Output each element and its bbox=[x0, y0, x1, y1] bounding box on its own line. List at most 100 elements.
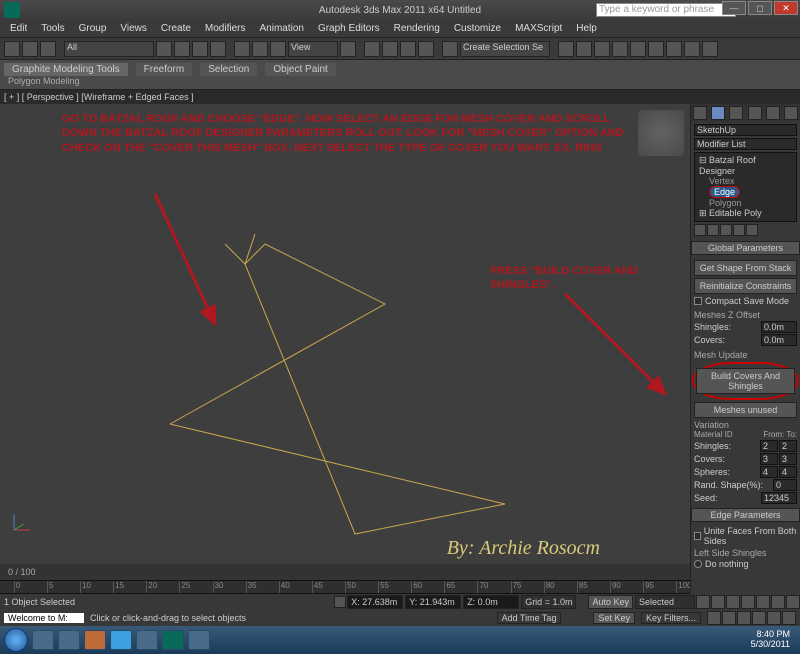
taskbar-explorer-icon[interactable] bbox=[32, 630, 54, 650]
motion-tab[interactable] bbox=[748, 106, 762, 120]
lock-button[interactable] bbox=[334, 596, 346, 608]
select-name-button[interactable] bbox=[174, 41, 190, 57]
select-button[interactable] bbox=[156, 41, 172, 57]
spheres-from-spinner[interactable]: 4 bbox=[760, 466, 778, 478]
menu-customize[interactable]: Customize bbox=[448, 21, 507, 36]
maximize-button[interactable]: ◻ bbox=[748, 1, 772, 15]
taskbar-app-icon[interactable] bbox=[136, 630, 158, 650]
reinit-button[interactable]: Reinitialize Constraints bbox=[694, 278, 797, 294]
meshes-unused-button[interactable]: Meshes unused bbox=[694, 402, 797, 418]
z-coord[interactable]: Z: 0.0m bbox=[463, 595, 519, 609]
close-button[interactable]: ✕ bbox=[774, 1, 798, 15]
menu-group[interactable]: Group bbox=[73, 21, 113, 36]
pin-stack-button[interactable] bbox=[694, 224, 706, 236]
covers-offset-spinner[interactable]: 0.0m bbox=[761, 334, 797, 346]
do-nothing-radio[interactable]: Do nothing bbox=[694, 559, 797, 569]
spinner-snap-button[interactable] bbox=[418, 41, 434, 57]
modify-tab[interactable] bbox=[711, 106, 725, 120]
create-tab[interactable] bbox=[693, 106, 707, 120]
prev-frame-button[interactable] bbox=[711, 595, 725, 609]
ribbon-tab-object-paint[interactable]: Object Paint bbox=[265, 63, 335, 76]
scale-button[interactable] bbox=[270, 41, 286, 57]
maxscript-listener[interactable]: Welcome to M: bbox=[4, 613, 84, 623]
hierarchy-tab[interactable] bbox=[729, 106, 743, 120]
modifier-list[interactable]: Modifier List bbox=[694, 138, 797, 150]
material-editor-button[interactable] bbox=[648, 41, 664, 57]
x-coord[interactable]: X: 27.638m bbox=[347, 595, 403, 609]
spheres-to-spinner[interactable]: 4 bbox=[779, 466, 797, 478]
time-ruler[interactable]: 0510152025303540455055606570758085909510… bbox=[0, 580, 690, 594]
modifier-stack[interactable]: ⊟ Batzal Roof Designer Vertex Edge Polyg… bbox=[694, 152, 797, 222]
compact-save-checkbox[interactable]: Compact Save Mode bbox=[694, 296, 797, 306]
stack-polygon[interactable]: Polygon bbox=[697, 198, 794, 208]
percent-snap-button[interactable] bbox=[400, 41, 416, 57]
goto-start-button[interactable] bbox=[696, 595, 710, 609]
covers-to-spinner[interactable]: 3 bbox=[779, 453, 797, 465]
viewport-label[interactable]: [ + ] [ Perspective ] [Wireframe + Edged… bbox=[0, 90, 800, 104]
shingles-to-spinner[interactable]: 2 bbox=[779, 440, 797, 452]
remove-mod-button[interactable] bbox=[733, 224, 745, 236]
rand-shape-spinner[interactable]: 0 bbox=[773, 479, 797, 491]
time-config-button[interactable] bbox=[786, 595, 800, 609]
next-frame-button[interactable] bbox=[741, 595, 755, 609]
stack-vertex[interactable]: Vertex bbox=[697, 176, 794, 186]
undo-button[interactable] bbox=[4, 41, 20, 57]
shingles-from-spinner[interactable]: 2 bbox=[760, 440, 778, 452]
stack-base[interactable]: Editable Poly bbox=[709, 208, 762, 218]
render-button[interactable] bbox=[702, 41, 718, 57]
redo-button[interactable] bbox=[22, 41, 38, 57]
shingles-offset-spinner[interactable]: 0.0m bbox=[761, 321, 797, 333]
pan-button[interactable] bbox=[707, 611, 721, 625]
zoom-extents-button[interactable] bbox=[752, 611, 766, 625]
y-coord[interactable]: Y: 21.943m bbox=[405, 595, 461, 609]
render-frame-button[interactable] bbox=[684, 41, 700, 57]
menu-graph-editors[interactable]: Graph Editors bbox=[312, 21, 386, 36]
display-tab[interactable] bbox=[766, 106, 780, 120]
pivot-button[interactable] bbox=[340, 41, 356, 57]
menu-views[interactable]: Views bbox=[114, 21, 153, 36]
menu-rendering[interactable]: Rendering bbox=[388, 21, 446, 36]
configure-sets-button[interactable] bbox=[746, 224, 758, 236]
unite-faces-checkbox[interactable]: Unite Faces From Both Sides bbox=[694, 526, 797, 546]
key-mode-button[interactable] bbox=[771, 595, 785, 609]
window-crossing-button[interactable] bbox=[210, 41, 226, 57]
covers-from-spinner[interactable]: 3 bbox=[760, 453, 778, 465]
system-clock[interactable]: 8:40 PM 5/30/2011 bbox=[751, 630, 796, 650]
schematic-button[interactable] bbox=[630, 41, 646, 57]
unique-button[interactable] bbox=[720, 224, 732, 236]
menu-maxscript[interactable]: MAXScript bbox=[509, 21, 568, 36]
zoom-button[interactable] bbox=[737, 611, 751, 625]
ribbon-tab-selection[interactable]: Selection bbox=[200, 63, 257, 76]
play-button[interactable] bbox=[726, 595, 740, 609]
add-time-tag[interactable]: Add Time Tag bbox=[497, 612, 562, 624]
start-button[interactable] bbox=[4, 628, 28, 652]
utilities-tab[interactable] bbox=[784, 106, 798, 120]
curve-editor-button[interactable] bbox=[612, 41, 628, 57]
rotate-button[interactable] bbox=[252, 41, 268, 57]
align-button[interactable] bbox=[576, 41, 592, 57]
help-search-input[interactable]: Type a keyword or phrase bbox=[596, 3, 736, 17]
snap-button[interactable] bbox=[364, 41, 380, 57]
render-setup-button[interactable] bbox=[666, 41, 682, 57]
taskbar-ie-icon[interactable] bbox=[58, 630, 80, 650]
stack-modifier[interactable]: Batzal Roof Designer bbox=[699, 155, 756, 176]
selection-set[interactable]: Create Selection Se bbox=[460, 41, 550, 57]
link-button[interactable] bbox=[40, 41, 56, 57]
object-name-field[interactable]: SketchUp bbox=[694, 124, 797, 136]
move-button[interactable] bbox=[234, 41, 250, 57]
setkey-button[interactable]: Set Key bbox=[593, 612, 635, 624]
orbit-button[interactable] bbox=[722, 611, 736, 625]
menu-animation[interactable]: Animation bbox=[253, 21, 309, 36]
max-toggle-button[interactable] bbox=[782, 611, 796, 625]
selection-filter[interactable]: All bbox=[64, 41, 154, 57]
minimize-button[interactable]: — bbox=[722, 1, 746, 15]
ribbon-tab-graphite-modeling-tools[interactable]: Graphite Modeling Tools bbox=[4, 63, 128, 76]
coord-system[interactable]: View bbox=[288, 41, 338, 57]
edge-params-rollout[interactable]: Edge Parameters bbox=[691, 508, 800, 522]
build-covers-shingles-button[interactable]: Build Covers And Shingles bbox=[696, 368, 795, 394]
viewport[interactable]: GO TO BATZAL ROOF AND CHOOSE "EDGE". NOW… bbox=[0, 104, 690, 594]
viewcube[interactable] bbox=[638, 110, 684, 156]
ribbon-tab-freeform[interactable]: Freeform bbox=[136, 63, 193, 76]
editset-button[interactable] bbox=[442, 41, 458, 57]
goto-end-button[interactable] bbox=[756, 595, 770, 609]
